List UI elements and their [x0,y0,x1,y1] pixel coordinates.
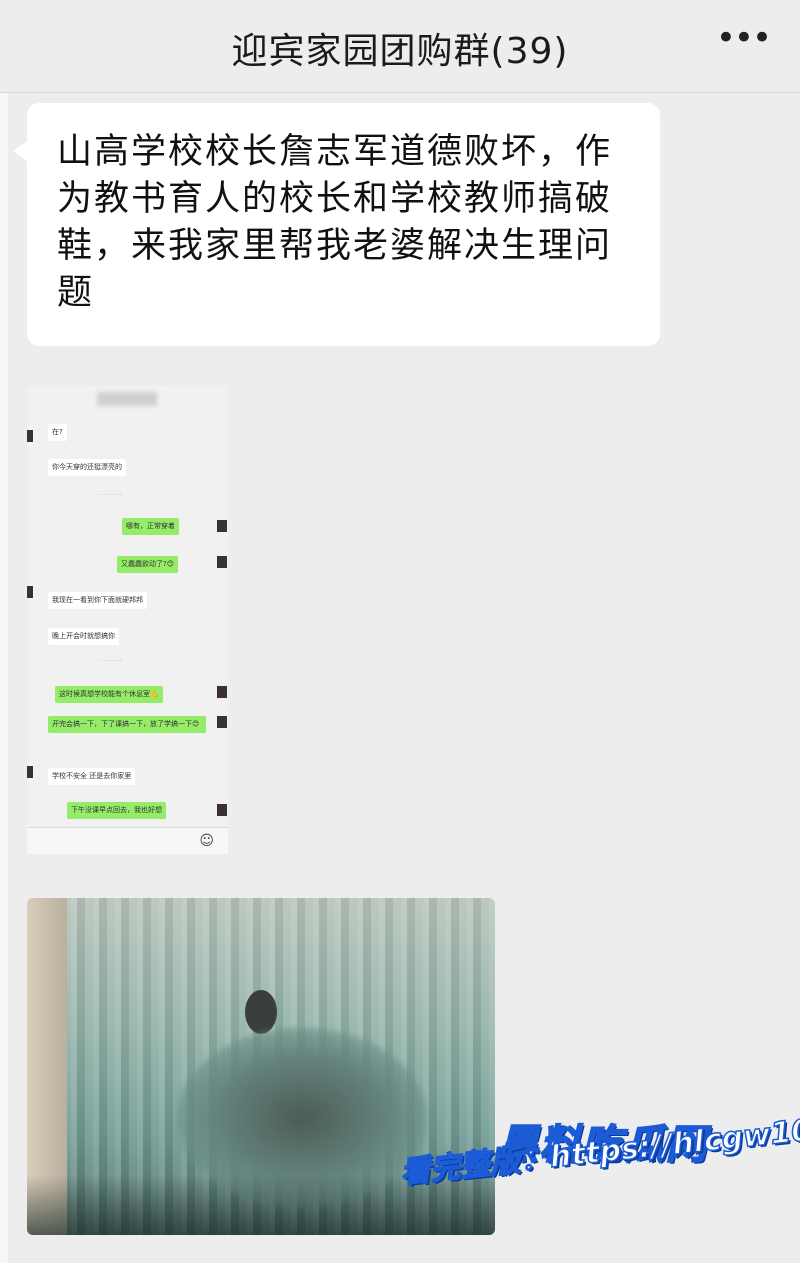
avatar [27,586,33,598]
avatar [217,556,227,568]
text-message-bubble[interactable]: 山高学校校长詹志军道德败坏，作为教书育人的校长和学校教师搞破鞋，来我家里帮我老婆… [13,103,660,346]
chat-bubble-in: 晚上开会时就想搞你 [48,628,119,645]
chat-header: 迎宾家园团购群(39) ••• [0,0,800,93]
avatar [217,716,227,728]
screenshot-image-message[interactable]: 在? 你今天穿的还挺漂亮的 – – – – – – 哪有，正常穿着 又蠢蠢欲动了… [27,386,228,854]
chat-bubble-out: 下午没课早点回去，我也好想 [67,802,166,819]
avatar [217,804,227,816]
chat-bubble-out: 开完会搞一下，下了课搞一下，放了学搞一下😊 [48,716,206,733]
blurred-contact-name [97,392,157,406]
emoji-icon: ☺ [199,833,214,849]
chat-title: 迎宾家园团购群(39) [231,31,569,72]
chat-bubble-text: 开完会搞一下，下了课搞一下，放了学搞一下😊 [52,720,200,728]
avatar [217,520,227,532]
left-edge [0,0,8,1263]
message-text: 山高学校校长詹志军道德败坏，作为教书育人的校长和学校教师搞破鞋，来我家里帮我老婆… [57,132,613,313]
person-head [245,990,277,1034]
chat-bubble-in: 学校不安全 还是去你家里 [48,768,136,785]
chat-bubble-in: 你今天穿的还挺漂亮的 [48,459,126,476]
timestamp: – – – – – – [99,492,122,498]
avatar [27,766,33,778]
chat-bubble-out: 哪有，正常穿着 [122,518,179,535]
avatar [217,686,227,698]
avatar [27,430,33,442]
timestamp: – – – – – – [99,658,122,664]
chat-bubble-in: 在? [48,424,67,441]
input-bar: ☺ [27,827,228,854]
chat-bubble-in: 我现在一看到你下面就硬邦邦 [48,592,147,609]
chat-bubble-out: 又蠢蠢欲动了?😊 [117,556,179,573]
chat-bubble-out: 这时候真想学校能有个休息室💪 [55,686,163,703]
more-icon[interactable]: ••• [716,18,772,58]
